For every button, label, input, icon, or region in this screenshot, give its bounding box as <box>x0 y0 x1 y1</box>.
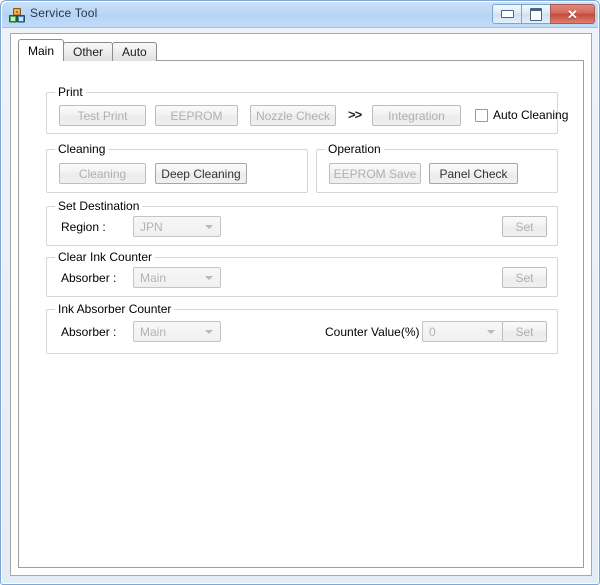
group-print: Print Test Print EEPROM Nozzle Check >> … <box>46 86 568 134</box>
cleaning-label: Cleaning <box>78 166 127 181</box>
window-controls: ✕ <box>492 4 595 25</box>
group-ink-absorber-counter: Ink Absorber Counter Absorber : Main Cou… <box>46 303 558 354</box>
cleaning-button[interactable]: Cleaning <box>59 163 146 184</box>
integration-button[interactable]: Integration <box>372 105 461 126</box>
close-button[interactable]: ✕ <box>550 4 595 24</box>
deep-cleaning-button[interactable]: Deep Cleaning <box>155 163 247 184</box>
chevron-down-icon <box>487 329 495 334</box>
clear-ink-counter-set-label: Set <box>515 270 534 285</box>
test-print-button[interactable]: Test Print <box>59 105 146 126</box>
title-bar[interactable]: Service Tool ✕ <box>2 2 598 28</box>
clear-ink-counter-set-button[interactable]: Set <box>502 267 547 288</box>
group-operation-label: Operation <box>325 143 384 155</box>
counter-value-combo-value: 0 <box>429 324 436 339</box>
group-operation: Operation EEPROM Save Panel Check <box>316 143 558 193</box>
integration-label: Integration <box>388 108 445 123</box>
application-window: Service Tool ✕ Main Other Auto Print Tes… <box>0 0 600 585</box>
tab-page-main: Print Test Print EEPROM Nozzle Check >> … <box>18 60 584 568</box>
panel-check-button[interactable]: Panel Check <box>429 163 518 184</box>
tab-main[interactable]: Main <box>18 39 65 61</box>
auto-cleaning-checkbox[interactable] <box>475 108 488 122</box>
counter-value-combo[interactable]: 0 <box>422 321 503 342</box>
region-combo-value: JPN <box>140 219 163 234</box>
chevron-down-icon <box>205 275 213 280</box>
region-combo[interactable]: JPN <box>133 216 221 237</box>
group-clear-ink-counter-label: Clear Ink Counter <box>55 251 156 263</box>
ink-absorber-combo[interactable]: Main <box>133 321 221 342</box>
eeprom-save-label: EEPROM Save <box>333 166 417 181</box>
tab-other[interactable]: Other <box>63 42 114 61</box>
nozzle-check-label: Nozzle Check <box>255 108 331 123</box>
maximize-button[interactable] <box>521 4 550 24</box>
maximize-icon <box>530 7 542 21</box>
tab-other-label: Other <box>73 45 104 59</box>
group-clear-ink-counter: Clear Ink Counter Absorber : Main Set <box>46 251 558 297</box>
window-title: Service Tool <box>30 6 98 20</box>
auto-cleaning-label: Auto Cleaning <box>493 108 569 122</box>
minimize-icon <box>500 10 514 18</box>
clear-ink-absorber-value: Main <box>140 270 167 285</box>
counter-value-label: Counter Value(%) : <box>325 325 427 339</box>
tab-main-label: Main <box>28 43 55 58</box>
group-set-destination: Set Destination Region : JPN Set <box>46 200 558 246</box>
clear-ink-absorber-combo[interactable]: Main <box>133 267 221 288</box>
region-field-label: Region : <box>61 220 106 234</box>
group-set-destination-label: Set Destination <box>55 200 143 212</box>
eeprom-label: EEPROM <box>170 108 223 123</box>
chevron-double-right-icon: >> <box>348 107 362 122</box>
clear-ink-absorber-label: Absorber : <box>61 271 117 285</box>
deep-cleaning-label: Deep Cleaning <box>161 166 241 181</box>
minimize-button[interactable] <box>492 4 521 24</box>
nozzle-check-button[interactable]: Nozzle Check <box>250 105 336 126</box>
ink-absorber-counter-set-button[interactable]: Set <box>502 321 547 342</box>
group-print-label: Print <box>55 86 86 98</box>
set-destination-set-label: Set <box>515 219 534 234</box>
ink-absorber-label: Absorber : <box>61 325 117 339</box>
tab-strip: Main Other Auto <box>18 39 157 61</box>
chevron-down-icon <box>205 329 213 334</box>
group-ink-absorber-counter-label: Ink Absorber Counter <box>55 303 175 315</box>
ink-absorber-counter-set-label: Set <box>515 324 534 339</box>
chevron-down-icon <box>205 224 213 229</box>
set-destination-set-button[interactable]: Set <box>502 216 547 237</box>
tab-auto-label: Auto <box>122 45 147 59</box>
group-cleaning: Cleaning Cleaning Deep Cleaning <box>46 143 308 193</box>
auto-cleaning-checkbox-row[interactable]: Auto Cleaning <box>475 108 568 122</box>
eeprom-button[interactable]: EEPROM <box>155 105 238 126</box>
client-area: Main Other Auto Print Test Print EEPROM <box>10 33 592 576</box>
tab-auto[interactable]: Auto <box>112 42 157 61</box>
blocks-icon <box>9 7 25 23</box>
ink-absorber-combo-value: Main <box>140 324 167 339</box>
group-cleaning-label: Cleaning <box>55 143 109 155</box>
test-print-label: Test Print <box>77 108 128 123</box>
panel-check-label: Panel Check <box>439 166 508 181</box>
close-icon: ✕ <box>567 6 578 22</box>
eeprom-save-button[interactable]: EEPROM Save <box>329 163 421 184</box>
